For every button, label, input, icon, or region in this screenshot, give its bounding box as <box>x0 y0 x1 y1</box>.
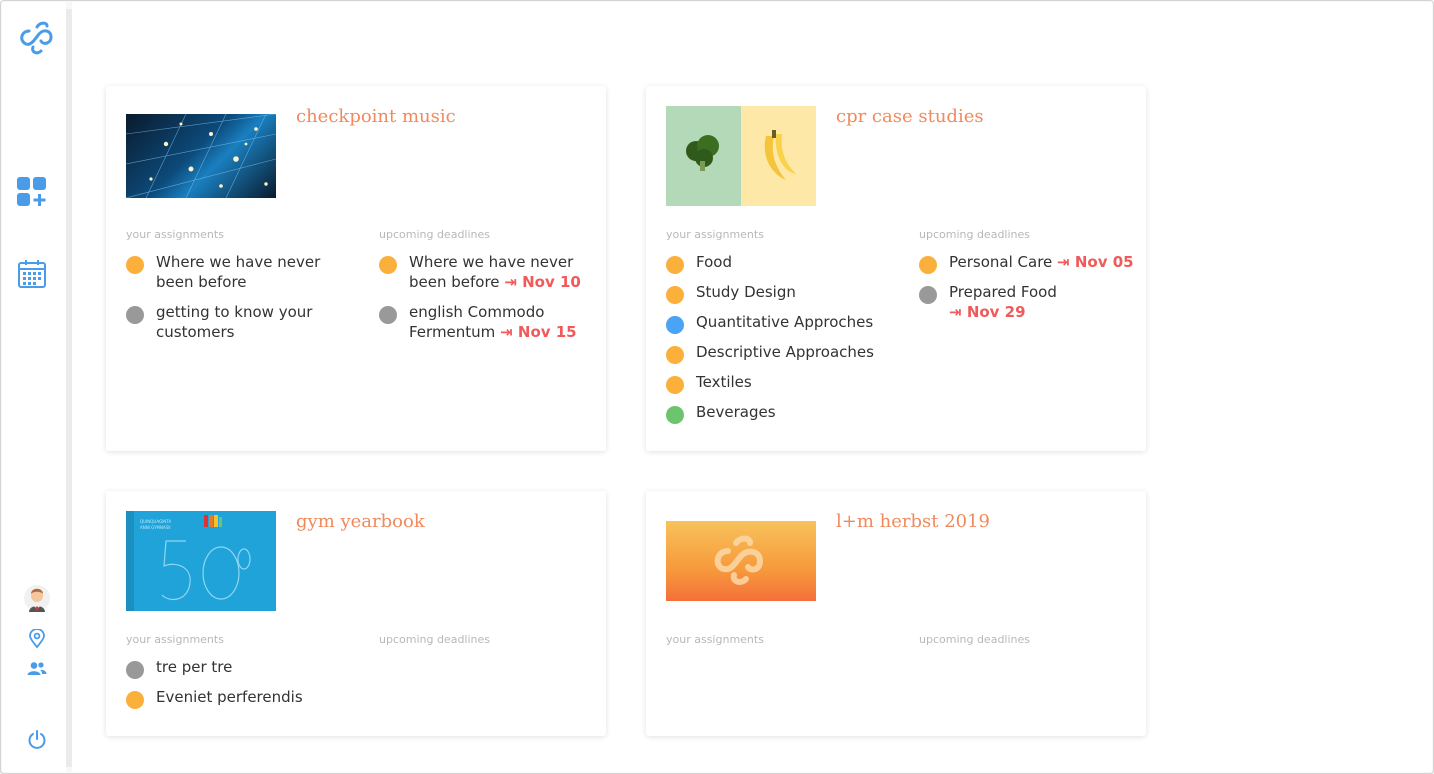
status-dot <box>666 316 684 334</box>
assignment-text: getting to know your customers <box>156 303 313 341</box>
logo-icon[interactable] <box>15 17 57 57</box>
deadlines-list: Where we have never been before ⇥ Nov 10… <box>379 252 599 352</box>
deadlines-label: upcoming deadlines <box>919 633 1031 646</box>
sidebar <box>2 2 66 772</box>
assignments-list: tre per tre Eveniet perferendis <box>126 657 346 717</box>
assignments-list: Food Study Design Quantitative Approches… <box>666 252 886 432</box>
card-title[interactable]: checkpoint music <box>296 106 456 127</box>
assignment-item[interactable]: getting to know your customers <box>126 302 346 342</box>
project-card[interactable]: checkpoint music your assignments upcomi… <box>106 86 606 451</box>
assignment-text: Textiles <box>696 373 752 391</box>
deadlines-label: upcoming deadlines <box>379 633 491 646</box>
status-dot <box>666 256 684 274</box>
people-icon[interactable] <box>27 661 47 677</box>
main-content: checkpoint music your assignments upcomi… <box>72 2 1432 772</box>
deadline-text: Personal Care <box>949 253 1053 271</box>
deadline-item[interactable]: Personal Care ⇥ Nov 05 <box>919 252 1139 274</box>
deadline-item[interactable]: Prepared Food ⇥ Nov 29 <box>919 282 1139 322</box>
deadline-text: Prepared Food <box>949 283 1057 301</box>
add-board-icon[interactable] <box>16 176 48 208</box>
assignments-label: your assignments <box>126 633 224 646</box>
status-dot <box>919 286 937 304</box>
calendar-icon[interactable] <box>17 259 49 291</box>
deadlines-label: upcoming deadlines <box>379 228 491 241</box>
deadline-date: ⇥ Nov 29 <box>949 303 1026 321</box>
project-card[interactable]: QUINQUAGINTA ANNI GYMNASII 50 gym yearbo… <box>106 491 606 736</box>
assignment-item[interactable]: Textiles <box>666 372 886 394</box>
status-dot <box>126 691 144 709</box>
assignment-item[interactable]: Food <box>666 252 886 274</box>
svg-text:QUINQUAGINTA: QUINQUAGINTA <box>140 519 171 524</box>
deadline-date: ⇥ Nov 15 <box>500 323 577 341</box>
assignments-list: Where we have never been before getting … <box>126 252 346 352</box>
deadline-item[interactable]: Where we have never been before ⇥ Nov 10 <box>379 252 599 292</box>
assignment-text: Quantitative Approches <box>696 313 874 331</box>
avatar[interactable] <box>23 582 51 614</box>
assignment-text: Descriptive Approaches <box>696 343 874 361</box>
deadlines-label: upcoming deadlines <box>919 228 1031 241</box>
assignments-label: your assignments <box>666 633 764 646</box>
status-dot <box>126 256 144 274</box>
svg-text:ANNI GYMNASII: ANNI GYMNASII <box>140 525 171 530</box>
assignment-text: Where we have never been before <box>156 253 321 291</box>
status-dot <box>126 306 144 324</box>
status-dot <box>379 256 397 274</box>
deadline-arrow-icon: ⇥ <box>949 303 962 321</box>
assignment-item[interactable]: Eveniet perferendis <box>126 687 346 709</box>
assignment-text: Food <box>696 253 732 271</box>
status-dot <box>666 346 684 364</box>
card-thumbnail <box>666 106 816 206</box>
deadlines-list: Personal Care ⇥ Nov 05 Prepared Food ⇥ No… <box>919 252 1139 332</box>
status-dot <box>379 306 397 324</box>
status-dot <box>666 406 684 424</box>
deadline-date: ⇥ Nov 10 <box>504 273 581 291</box>
assignment-item[interactable]: Descriptive Approaches <box>666 342 886 364</box>
assignment-text: Study Design <box>696 283 796 301</box>
card-thumbnail: QUINQUAGINTA ANNI GYMNASII 50 <box>126 511 276 611</box>
status-dot <box>666 286 684 304</box>
deadline-date: ⇥ Nov 05 <box>1057 253 1134 271</box>
deadline-item[interactable]: english Commodo Fermentum ⇥ Nov 15 <box>379 302 599 342</box>
assignment-text: tre per tre <box>156 658 233 676</box>
card-thumbnail <box>666 521 816 601</box>
card-thumbnail <box>126 114 276 198</box>
assignment-text: Eveniet perferendis <box>156 688 303 706</box>
location-icon[interactable] <box>28 629 46 649</box>
deadline-arrow-icon: ⇥ <box>1057 253 1070 271</box>
deadline-arrow-icon: ⇥ <box>500 323 513 341</box>
assignment-item[interactable]: tre per tre <box>126 657 346 679</box>
power-icon[interactable] <box>27 729 47 749</box>
status-dot <box>666 376 684 394</box>
assignments-label: your assignments <box>126 228 224 241</box>
assignment-item[interactable]: Beverages <box>666 402 886 424</box>
assignment-item[interactable]: Where we have never been before <box>126 252 346 292</box>
assignment-item[interactable]: Study Design <box>666 282 886 304</box>
app-window: checkpoint music your assignments upcomi… <box>0 0 1434 774</box>
project-card[interactable]: cpr case studies your assignments upcomi… <box>646 86 1146 451</box>
status-dot <box>126 661 144 679</box>
assignments-label: your assignments <box>666 228 764 241</box>
status-dot <box>919 256 937 274</box>
deadline-arrow-icon: ⇥ <box>504 273 517 291</box>
card-title[interactable]: cpr case studies <box>836 106 984 127</box>
card-title[interactable]: gym yearbook <box>296 511 425 532</box>
project-card[interactable]: l+m herbst 2019 your assignments upcomin… <box>646 491 1146 736</box>
card-title[interactable]: l+m herbst 2019 <box>836 511 990 532</box>
assignment-item[interactable]: Quantitative Approches <box>666 312 886 334</box>
assignment-text: Beverages <box>696 403 776 421</box>
